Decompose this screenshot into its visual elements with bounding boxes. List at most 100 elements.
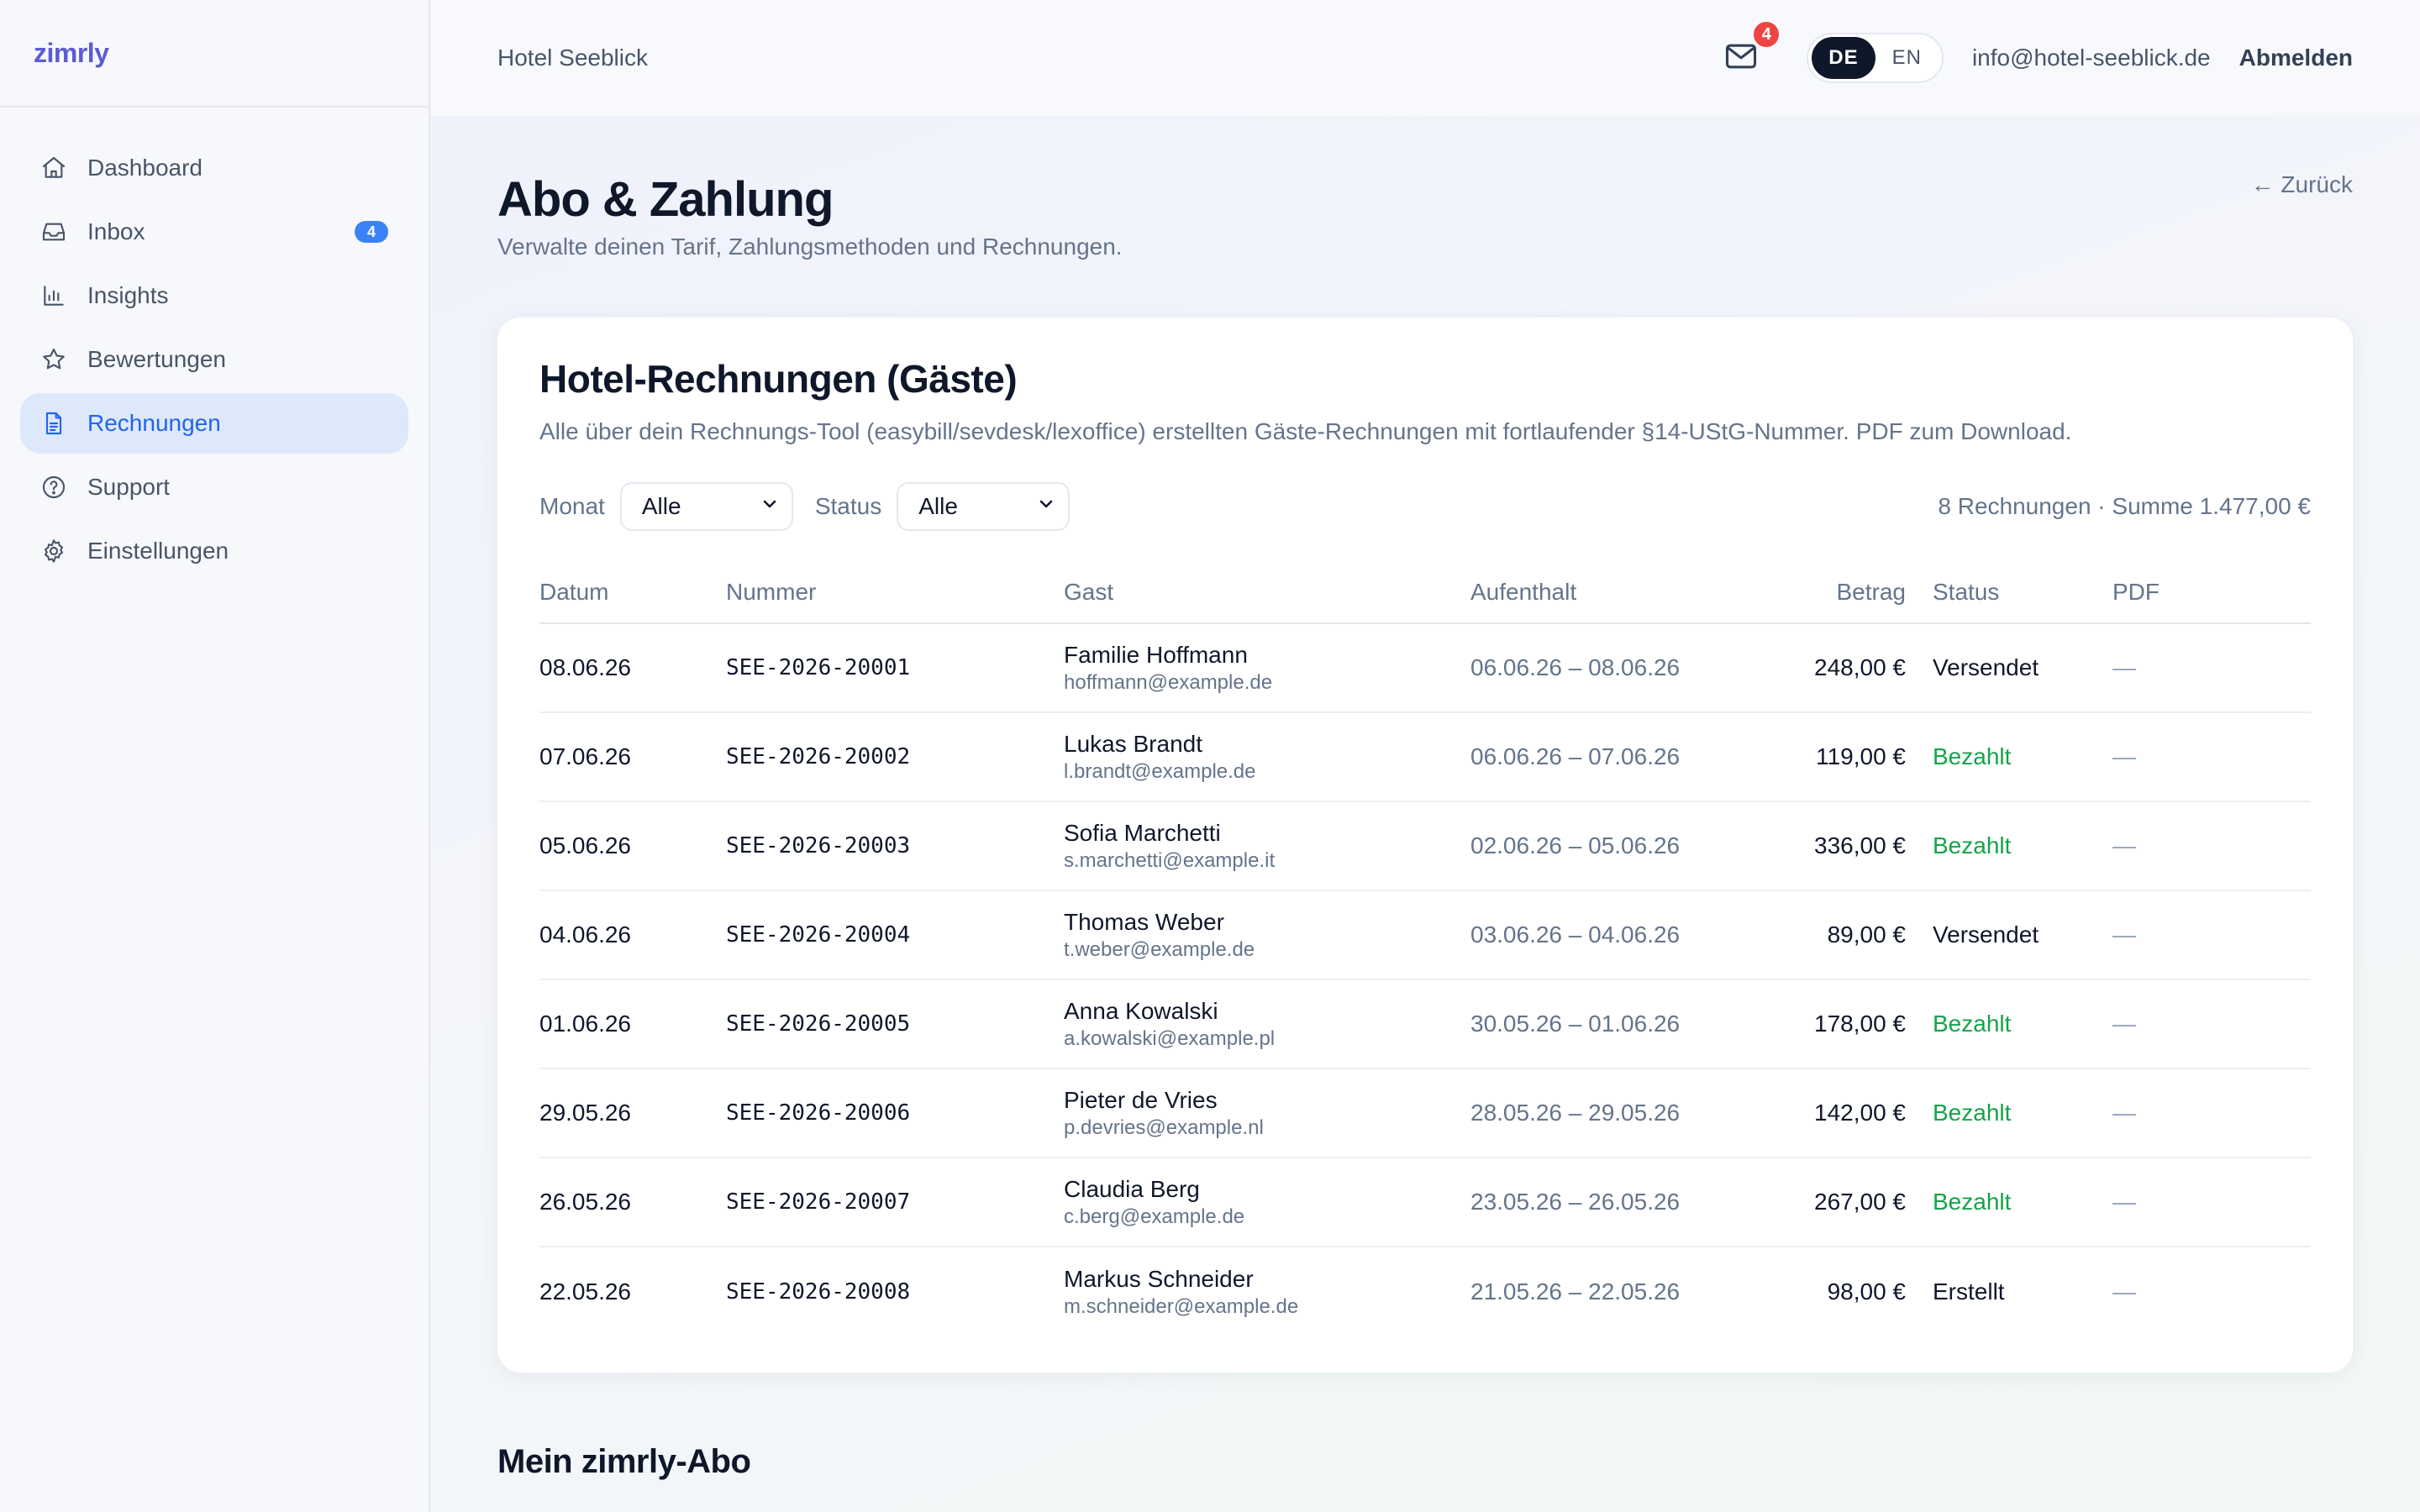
subscription-section-title: Mein zimrly-Abo	[497, 1443, 751, 1480]
column-header-date[interactable]: Datum	[539, 561, 726, 624]
stay-period: 03.06.26 – 04.06.26	[1470, 890, 1778, 980]
stay-period: 23.05.26 – 26.05.26	[1470, 1158, 1778, 1247]
messages-button[interactable]: 4	[1723, 19, 1782, 78]
invoices-card: Hotel-Rechnungen (Gäste) Alle über dein …	[497, 318, 2353, 1373]
logout-button[interactable]: Abmelden	[2239, 45, 2353, 71]
status-badge: Bezahlt	[1906, 1158, 2112, 1247]
column-header-pdf: PDF	[2112, 561, 2311, 624]
home-icon	[40, 155, 67, 181]
guest-name: Lukas Brandt	[1064, 731, 1202, 757]
invoice-summary: 8 Rechnungen · Summe 1.477,00 €	[1938, 493, 2311, 519]
table-row[interactable]: 26.05.26 SEE-2026-20007 Claudia Berg c.berg…	[539, 1158, 2311, 1247]
status-badge: Versendet	[1906, 623, 2112, 713]
back-link[interactable]: ← Zurück	[2251, 171, 2353, 198]
sidebar-item-dashboard[interactable]: Dashboard	[20, 138, 408, 198]
sidebar-item-insights[interactable]: Insights	[20, 265, 408, 326]
column-header-number[interactable]: Nummer	[726, 561, 1064, 624]
status-badge: Bezahlt	[1906, 1068, 2112, 1158]
sidebar-item-label: Dashboard	[87, 155, 203, 181]
table-row[interactable]: 29.05.26 SEE-2026-20006 Pieter de Vries p.d…	[539, 1068, 2311, 1158]
guest-email: c.berg@example.de	[1064, 1205, 1245, 1228]
app-logo[interactable]: zimrly	[34, 38, 109, 69]
status-badge: Bezahlt	[1906, 979, 2112, 1069]
page-title: Abo & Zahlung	[497, 172, 834, 227]
guest-name: Claudia Berg	[1064, 1176, 1200, 1202]
star-icon	[40, 346, 67, 373]
invoice-amount: 267,00 €	[1778, 1158, 1906, 1247]
invoice-date: 08.06.26	[539, 623, 726, 713]
guest-email: p.devries@example.nl	[1064, 1116, 1264, 1139]
lang-en-button[interactable]: EN	[1876, 37, 1939, 79]
status-select[interactable]: Alle	[897, 482, 1071, 531]
table-row[interactable]: 01.06.26 SEE-2026-20005 Anna Kowalski a.kow…	[539, 979, 2311, 1069]
guest-cell: Sofia Marchetti s.marchetti@example.it	[1064, 801, 1470, 891]
document-icon	[40, 410, 67, 437]
column-header-guest[interactable]: Gast	[1064, 561, 1470, 624]
guest-name: Thomas Weber	[1064, 909, 1224, 935]
card-title: Hotel-Rechnungen (Gäste)	[539, 357, 1018, 401]
guest-cell: Pieter de Vries p.devries@example.nl	[1064, 1068, 1470, 1158]
invoice-number: SEE-2026-20001	[726, 623, 1064, 713]
pdf-download: —	[2112, 890, 2311, 980]
invoice-amount: 142,00 €	[1778, 1068, 1906, 1158]
stay-period: 28.05.26 – 29.05.26	[1470, 1068, 1778, 1158]
guest-email: a.kowalski@example.pl	[1064, 1027, 1276, 1050]
sidebar-item-einstellungen[interactable]: Einstellungen	[20, 521, 408, 581]
guest-cell: Familie Hoffmann hoffmann@example.de	[1064, 623, 1470, 713]
invoice-date: 05.06.26	[539, 801, 726, 891]
table-body: 08.06.26 SEE-2026-20001 Familie Hoffmann ho…	[539, 623, 2311, 1336]
status-filter-label: Status	[814, 493, 882, 519]
column-header-amount[interactable]: Betrag	[1778, 561, 1906, 624]
column-header-stay[interactable]: Aufenthalt	[1470, 561, 1778, 624]
inbox-count-badge: 4	[355, 221, 388, 243]
invoice-number: SEE-2026-20004	[726, 890, 1064, 980]
invoice-number: SEE-2026-20005	[726, 979, 1064, 1069]
guest-email: l.brandt@example.de	[1064, 760, 1256, 783]
guest-name: Sofia Marchetti	[1064, 820, 1221, 846]
table-row[interactable]: 08.06.26 SEE-2026-20001 Familie Hoffmann ho…	[539, 623, 2311, 713]
pdf-download: —	[2112, 801, 2311, 891]
table-row[interactable]: 07.06.26 SEE-2026-20002 Lukas Brandt l.bran…	[539, 712, 2311, 802]
sidebar-item-bewertungen[interactable]: Bewertungen	[20, 329, 408, 390]
sidebar-item-rechnungen[interactable]: Rechnungen	[20, 393, 408, 454]
stay-period: 21.05.26 – 22.05.26	[1470, 1278, 1681, 1305]
guest-email: s.marchetti@example.it	[1064, 849, 1276, 872]
lang-de-button[interactable]: DE	[1812, 37, 1876, 79]
invoice-number: SEE-2026-20002	[726, 712, 1064, 802]
sidebar-item-inbox[interactable]: Inbox 4	[20, 202, 408, 262]
sidebar-item-label: Einstellungen	[87, 538, 229, 564]
guest-name: Anna Kowalski	[1064, 998, 1218, 1024]
table-row[interactable]: 05.06.26 SEE-2026-20003 Sofia Marchetti s.m…	[539, 801, 2311, 891]
gear-icon	[40, 538, 67, 564]
invoice-number: SEE-2026-20003	[726, 801, 1064, 891]
guest-cell: Lukas Brandt l.brandt@example.de	[1064, 712, 1470, 802]
account-email: info@hotel-seeblick.de	[1971, 45, 2211, 71]
sidebar-nav: Dashboard Inbox 4 Insights Bewertungen R…	[0, 108, 429, 615]
status-badge: Erstellt	[1933, 1278, 2005, 1305]
column-header-status[interactable]: Status	[1906, 561, 2112, 624]
month-filter-label: Monat	[539, 493, 605, 519]
month-select[interactable]: Alle	[619, 482, 793, 531]
invoice-amount: 119,00 €	[1778, 712, 1906, 802]
status-select-value: Alle	[918, 493, 958, 519]
chevron-down-icon	[760, 493, 780, 520]
page-header: Abo & Zahlung Verwalte deinen Tarif, Zah…	[497, 116, 2353, 318]
status-badge: Bezahlt	[1906, 712, 2112, 802]
sidebar-item-support[interactable]: Support	[20, 457, 408, 517]
pdf-download: —	[2112, 1158, 2311, 1247]
stay-period: 02.06.26 – 05.06.26	[1470, 801, 1778, 891]
invoice-amount: 89,00 €	[1778, 890, 1906, 980]
invoice-date: 22.05.26	[539, 1278, 631, 1305]
invoice-amount: 336,00 €	[1778, 801, 1906, 891]
invoice-number: SEE-2026-20006	[726, 1068, 1064, 1158]
sidebar-item-label: Rechnungen	[87, 410, 221, 436]
invoice-date: 04.06.26	[539, 890, 726, 980]
help-icon	[40, 474, 67, 501]
invoice-date: 01.06.26	[539, 979, 726, 1069]
table-row[interactable]: 22.05.26 SEE-2026-20008 Markus Schneider m.…	[539, 1247, 2311, 1336]
filter-bar: Monat Alle Status Alle 8 Rechnungen · Su…	[539, 482, 2311, 531]
invoice-amount: 178,00 €	[1778, 979, 1906, 1069]
guest-cell: Markus Schneider m.schneider@example.de	[1064, 1247, 1470, 1336]
table-row[interactable]: 04.06.26 SEE-2026-20004 Thomas Weber t.webe…	[539, 890, 2311, 980]
pdf-download: —	[2112, 979, 2311, 1069]
